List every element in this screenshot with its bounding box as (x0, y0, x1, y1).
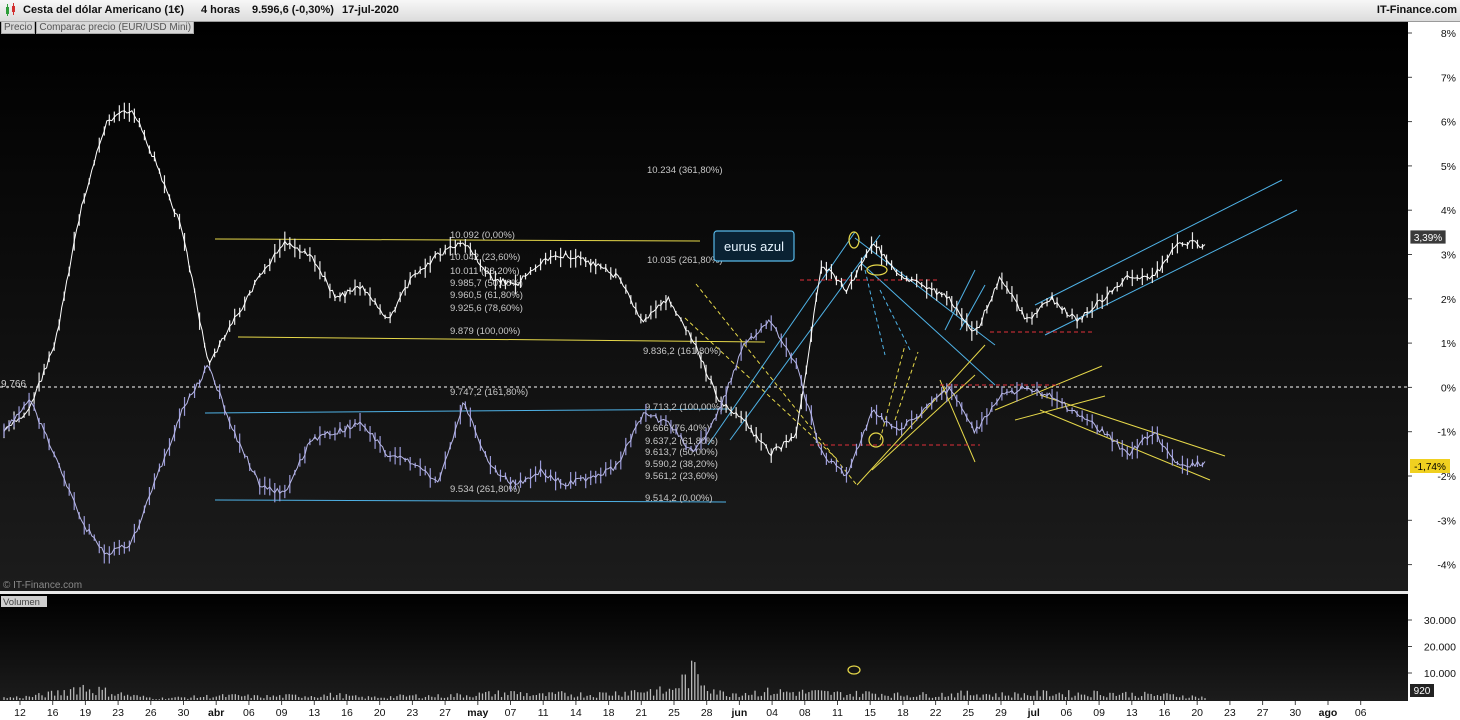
y-tick-label: -4% (1437, 560, 1456, 572)
price-panel-background (0, 21, 1408, 592)
x-tick-label: 27 (1257, 707, 1269, 719)
eurusd-price-tag: -1,74% (1410, 459, 1450, 473)
fib-label: 9.879 (100,00%) (450, 326, 520, 337)
volume-tick-label: 20.000 (1424, 642, 1456, 654)
annotation-box-eurus-azul[interactable]: eurus azul (713, 230, 795, 262)
x-tick-label: 07 (505, 707, 517, 719)
volume-panel-background (0, 594, 1408, 701)
instrument-name: Cesta del dólar Americano (1€) (23, 4, 184, 16)
volume-tick-label: 10.000 (1424, 668, 1456, 680)
x-tick-label: 27 (439, 707, 451, 719)
fib-label: 9.925,6 (78,60%) (450, 303, 523, 314)
usd-price-tag: 3,39% (1409, 229, 1447, 245)
fib-label: 9.514,2 (0,00%) (645, 493, 713, 504)
x-tick-label: 12 (14, 707, 26, 719)
fib-label: 9.713,2 (100,00%) (645, 402, 723, 413)
x-tick-label: 08 (799, 707, 811, 719)
tab-precio[interactable]: Precio (1, 21, 36, 34)
x-tick-label: jul (1027, 707, 1040, 719)
x-tick-label: 28 (701, 707, 713, 719)
x-tick-label: 11 (538, 707, 549, 719)
x-tick-label: 18 (897, 707, 909, 719)
y-tick-label: 8% (1441, 28, 1456, 40)
y-tick-label: 4% (1441, 205, 1456, 217)
x-tick-label: 30 (1289, 707, 1301, 719)
x-tick-label: 21 (635, 707, 647, 719)
x-tick-label: 20 (374, 707, 386, 719)
y-tick-label: 0% (1441, 382, 1456, 394)
x-tick-label: 06 (1355, 707, 1367, 719)
y-tick-label: 3% (1441, 250, 1456, 262)
x-tick-label: abr (208, 707, 224, 719)
x-tick-label: 20 (1191, 707, 1203, 719)
x-tick-label: 11 (832, 707, 843, 719)
left-level-tag: 9,766 (1, 379, 26, 390)
timeframe: 4 horas (201, 4, 241, 16)
x-tick-label: 26 (145, 707, 157, 719)
x-tick-label: 22 (930, 707, 942, 719)
x-tick-label: 23 (112, 707, 124, 719)
x-tick-label: 23 (407, 707, 419, 719)
tab-comparac-precio[interactable]: Comparac precio (EUR/USD Mini) (36, 21, 195, 34)
candlestick-logo-icon (6, 3, 15, 16)
svg-text:3,39%: 3,39% (1414, 233, 1442, 244)
x-tick-label: 16 (341, 707, 353, 719)
x-tick-label: ago (1319, 707, 1338, 719)
volume-last-tag: 920 (1410, 684, 1434, 697)
y-tick-label: 7% (1441, 72, 1456, 84)
x-tick-label: 16 (1159, 707, 1171, 719)
indicator-tabs: Precio Comparac precio (EUR/USD Mini) (1, 21, 195, 34)
y-tick-label: 6% (1441, 117, 1456, 129)
x-tick-label: 13 (308, 707, 320, 719)
x-tick-label: 16 (47, 707, 59, 719)
x-tick-label: 13 (1126, 707, 1138, 719)
y-tick-label: -1% (1437, 427, 1456, 439)
price-chart[interactable]: 10.234 (361,80%) 10.092 (0,00%) 10.042 (23… (0, 0, 1460, 720)
fib-label: 9.836,2 (161,80%) (643, 346, 721, 357)
y-tick-label: 1% (1441, 338, 1456, 350)
fib-label: 9.613,7 (50,00%) (645, 447, 718, 458)
x-tick-label: 25 (668, 707, 680, 719)
fib-label: 9.747,2 (161,80%) (450, 387, 528, 398)
svg-text:920: 920 (1414, 686, 1431, 697)
svg-text:-1,74%: -1,74% (1414, 462, 1446, 473)
y-tick-label: -3% (1437, 515, 1456, 527)
x-tick-label: 06 (1061, 707, 1073, 719)
fib-label: 10.092 (0,00%) (450, 230, 515, 241)
x-tick-label: 09 (276, 707, 288, 719)
y-tick-label: 5% (1441, 161, 1456, 173)
quote-date: 17-jul-2020 (342, 4, 399, 16)
volume-label: Volumen (3, 597, 40, 608)
x-tick-label: 14 (570, 707, 582, 719)
x-tick-label: 25 (962, 707, 974, 719)
x-tick-label: 06 (243, 707, 255, 719)
svg-text:9,766: 9,766 (1, 379, 26, 390)
fib-label: 9.590,2 (38,20%) (645, 459, 718, 470)
x-tick-label: 29 (995, 707, 1007, 719)
fib-label: 9.534 (261,80%) (450, 484, 520, 495)
y-tick-label: 2% (1441, 294, 1456, 306)
volume-tick-label: 30.000 (1424, 615, 1456, 627)
fib-label: 10.042 (23,60%) (450, 252, 520, 263)
x-tick-label: may (467, 707, 488, 719)
last-quote: 9.596,6 (-0,30%) (252, 4, 334, 16)
watermark: © IT-Finance.com (3, 580, 82, 591)
x-tick-label: 18 (603, 707, 615, 719)
fib-label: 9.960,5 (61,80%) (450, 290, 523, 301)
annotation-box-label: eurus azul (724, 239, 784, 254)
panel-divider (0, 591, 1408, 594)
fib-label: 9.561,2 (23,60%) (645, 471, 718, 482)
brand-label: IT-Finance.com (1376, 4, 1457, 16)
x-tick-label: 04 (766, 707, 778, 719)
x-tick-label: 30 (178, 707, 190, 719)
x-tick-label: 09 (1093, 707, 1105, 719)
fib-label: 10.035 (261,80%) (647, 255, 723, 266)
x-tick-label: 23 (1224, 707, 1236, 719)
x-tick-label: 19 (80, 707, 92, 719)
title-bar: Cesta del dólar Americano (1€) 4 horas 9… (0, 0, 1460, 22)
x-tick-label: jun (731, 707, 748, 719)
x-tick-label: 15 (864, 707, 876, 719)
fib-label: 10.234 (361,80%) (647, 165, 723, 176)
